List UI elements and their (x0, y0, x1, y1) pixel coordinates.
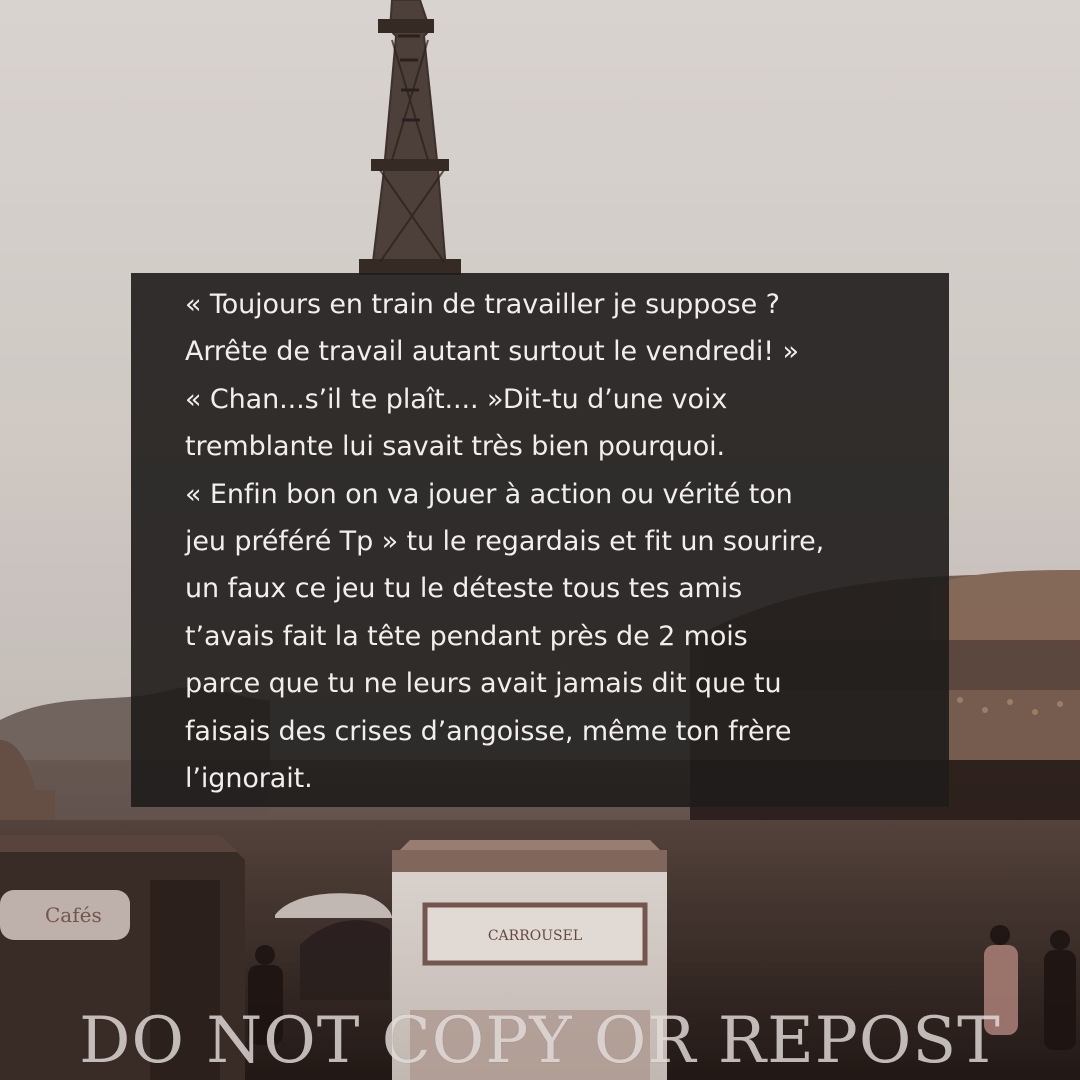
watermark-text: DO NOT COPY OR REPOST (79, 1004, 1001, 1078)
story-line-5: « Enfin bon on va jouer à action ou véri… (185, 478, 793, 510)
story-line-8: t’avais fait la tête pendant près de 2 m… (185, 620, 748, 652)
story-line-2: Arrête de travail autant surtout le vend… (185, 336, 799, 368)
story-line-4: tremblante lui savait très bien pourquoi… (185, 431, 726, 463)
text-panel: « Toujours en train de travailler je sup… (131, 273, 949, 807)
story-line-9: parce que tu ne leurs avait jamais dit q… (185, 668, 782, 700)
story-line-11: l’ignorait. (185, 763, 313, 795)
photo-scene: Cafés CARROUSEL « Toujours en train de t… (0, 0, 1080, 1080)
story-line-3: « Chan...s’il te plaît.... »Dit-tu d’une… (185, 383, 728, 415)
story-line-6: jeu préféré Tp » tu le regardais et fit … (185, 526, 825, 558)
story-line-7: un faux ce jeu tu le déteste tous tes am… (185, 573, 743, 605)
story-line-1: « Toujours en train de travailler je sup… (185, 289, 780, 320)
story-line-10: faisais des crises d’angoisse, même ton … (185, 715, 792, 747)
